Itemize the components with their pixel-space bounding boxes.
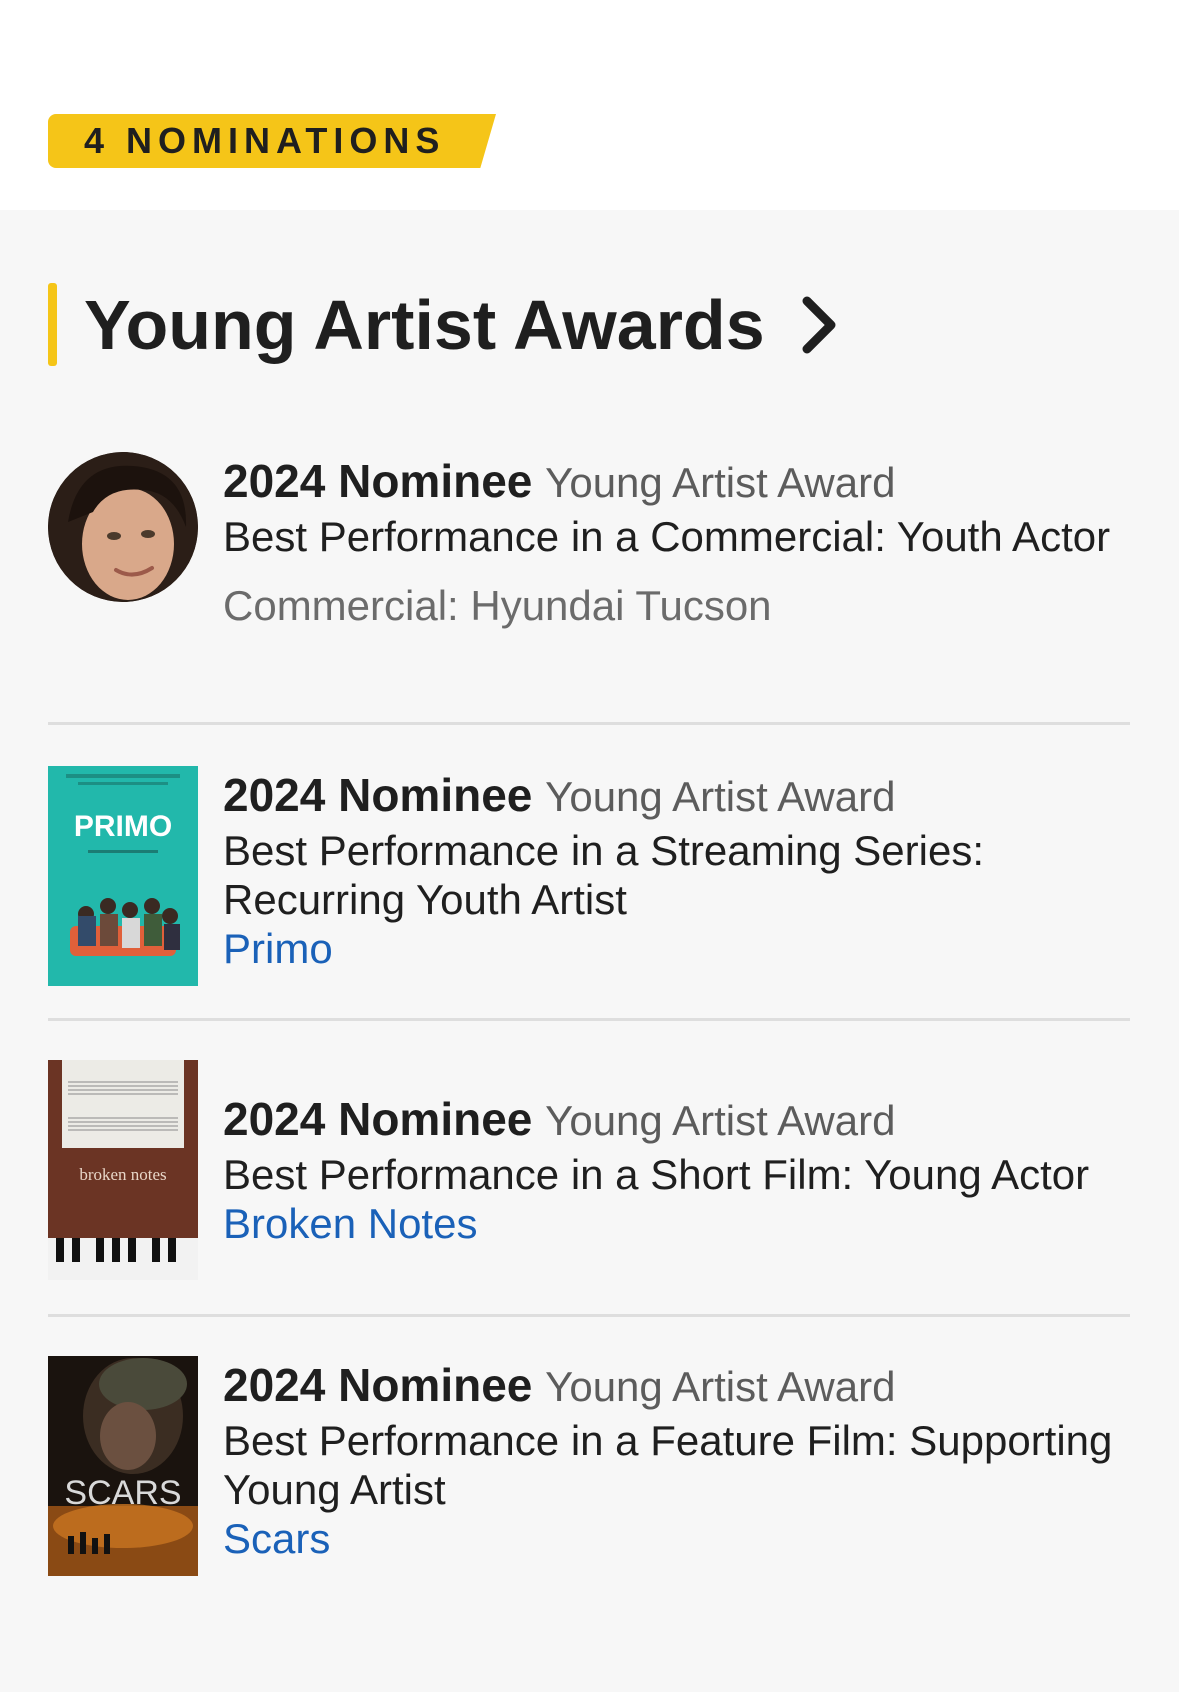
nomination-text: 2024 Nominee Young Artist Award Best Per…: [223, 766, 1173, 973]
work-title-link[interactable]: Primo: [223, 924, 1173, 973]
nomination-heading: 2024 Nominee Young Artist Award: [223, 452, 1173, 512]
nominations-badge-label: 4 NOMINATIONS: [84, 120, 446, 161]
nomination-text: 2024 Nominee Young Artist Award Best Per…: [223, 452, 1173, 630]
poster-title: SCARS: [64, 1474, 181, 1512]
nomination-status: 2024 Nominee: [223, 769, 533, 821]
divider: [48, 722, 1130, 725]
nomination-item[interactable]: PRIMO 2024 Nominee Young Artist Award Be…: [48, 766, 1130, 996]
work-title-link[interactable]: Scars: [223, 1514, 1173, 1563]
nomination-heading: 2024 Nominee Young Artist Award: [223, 1356, 1173, 1416]
avatar: [48, 452, 198, 602]
nomination-heading: 2024 Nominee Young Artist Award: [223, 766, 1173, 826]
nominations-badge: 4 NOMINATIONS: [48, 114, 496, 168]
nomination-item[interactable]: broken notes 2024 Nominee Young Artist A…: [48, 1060, 1130, 1290]
award-category: Best Performance in a Commercial: Youth …: [223, 513, 1111, 560]
nomination-item[interactable]: SCARS 2024 Nominee Young Artist Award Be…: [48, 1356, 1130, 1586]
poster-image: PRIMO: [48, 766, 198, 986]
profile-photo: [48, 452, 198, 602]
broken-notes-poster[interactable]: broken notes: [48, 1060, 198, 1280]
poster-title: broken notes: [79, 1165, 166, 1184]
award-name: Young Artist Award: [545, 773, 896, 820]
section-header-link[interactable]: Young Artist Awards: [84, 280, 839, 370]
poster-image: broken notes: [48, 1060, 198, 1280]
poster-title: PRIMO: [74, 810, 172, 843]
poster-image: SCARS: [48, 1356, 198, 1576]
primo-poster[interactable]: PRIMO: [48, 766, 198, 986]
nomination-status: 2024 Nominee: [223, 455, 533, 507]
award-category: Best Performance in a Streaming Series: …: [223, 827, 985, 923]
nomination-text: 2024 Nominee Young Artist Award Best Per…: [223, 1356, 1173, 1563]
section-accent-bar: [48, 283, 57, 366]
nomination-detail: Commercial: Hyundai Tucson: [223, 582, 772, 629]
work-title-link[interactable]: Broken Notes: [223, 1199, 1173, 1248]
section-title: Young Artist Awards: [84, 286, 765, 364]
divider: [48, 1018, 1130, 1021]
nomination-status: 2024 Nominee: [223, 1359, 533, 1411]
chevron-right-icon: [802, 296, 836, 354]
divider: [48, 1314, 1130, 1317]
scars-poster[interactable]: SCARS: [48, 1356, 198, 1576]
award-name: Young Artist Award: [545, 1363, 896, 1410]
nomination-heading: 2024 Nominee Young Artist Award: [223, 1090, 1173, 1150]
nomination-status: 2024 Nominee: [223, 1093, 533, 1145]
award-name: Young Artist Award: [545, 1097, 896, 1144]
nomination-item[interactable]: 2024 Nominee Young Artist Award Best Per…: [48, 452, 1130, 672]
nomination-text: 2024 Nominee Young Artist Award Best Per…: [223, 1090, 1173, 1248]
award-category: Best Performance in a Short Film: Young …: [223, 1151, 1090, 1198]
award-name: Young Artist Award: [545, 459, 896, 506]
top-band: [0, 0, 1179, 210]
award-category: Best Performance in a Feature Film: Supp…: [223, 1417, 1113, 1513]
